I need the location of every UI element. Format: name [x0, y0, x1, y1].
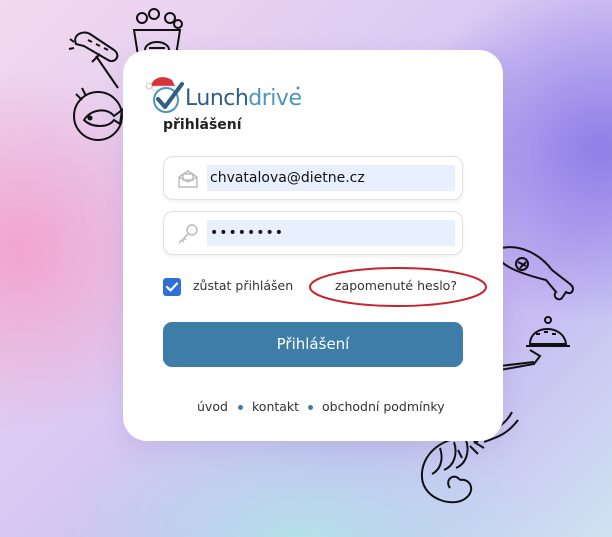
footer-separator-dot	[308, 405, 313, 410]
remember-checkbox[interactable]	[163, 278, 181, 296]
forgot-password-link[interactable]: zapomenuté heslo?	[335, 278, 457, 293]
envelope-icon	[178, 170, 198, 188]
cloche-hand-doodle	[500, 316, 570, 371]
brand-name-part2: drive	[248, 86, 302, 111]
footer-link-uvod[interactable]: úvod	[197, 399, 228, 414]
email-input[interactable]	[207, 165, 455, 191]
email-field[interactable]	[163, 156, 463, 200]
brand-name-part1: Lunch	[185, 86, 249, 111]
drumstick-doodle	[501, 246, 574, 301]
check-icon	[165, 282, 179, 292]
footer-link-terms[interactable]: obchodní podmínky	[322, 399, 445, 414]
brand-name: Lunchdrive	[185, 86, 302, 111]
key-icon	[178, 224, 198, 244]
fish-plate-doodle	[73, 87, 124, 141]
login-button[interactable]: Přihlášení	[163, 322, 463, 367]
password-field[interactable]	[163, 211, 463, 255]
remember-label[interactable]: zůstat přihlášen	[193, 278, 293, 293]
footer-link-kontakt[interactable]: kontakt	[252, 399, 299, 414]
login-heading: přihlášení	[163, 117, 242, 133]
footer-separator-dot	[238, 405, 243, 410]
password-input[interactable]	[207, 220, 455, 246]
